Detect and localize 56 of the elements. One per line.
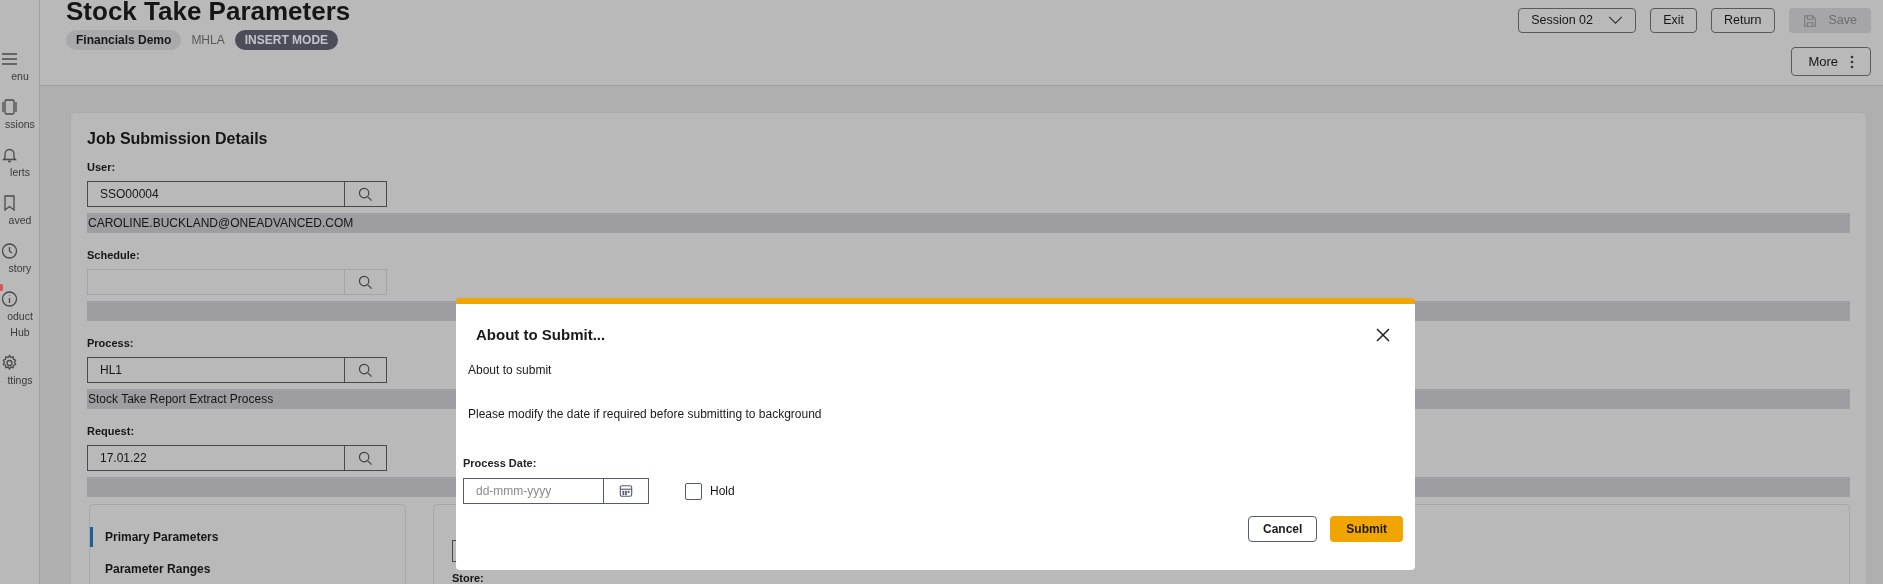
- dialog-button[interactable]: Submit: [1330, 516, 1403, 542]
- dialog-button[interactable]: Cancel: [1247, 516, 1318, 542]
- session-dropdown[interactable]: Session 02: [1518, 8, 1637, 33]
- date-field[interactable]: dd-mmm-yyyy: [463, 478, 604, 504]
- field-label: Request:: [87, 425, 135, 438]
- info-icon[interactable]: [1, 290, 18, 308]
- dialog-message: About to submit: [468, 361, 552, 379]
- settings-icon[interactable]: [1, 354, 18, 372]
- search-icon: [358, 186, 373, 202]
- header-button[interactable]: Exit: [1650, 8, 1697, 33]
- company-code: MHLA: [190, 32, 226, 49]
- bell-icon[interactable]: [1, 146, 18, 164]
- clock-icon[interactable]: [1, 242, 18, 260]
- section-tab[interactable]: Primary Parameters: [90, 527, 405, 547]
- search-button[interactable]: [345, 269, 387, 295]
- input-field[interactable]: HL1: [87, 357, 345, 383]
- checkbox[interactable]: [685, 482, 702, 500]
- calendar-icon: [619, 484, 633, 498]
- nav-label[interactable]: story: [1, 260, 39, 276]
- kebab-icon: [1850, 54, 1854, 69]
- section-tab[interactable]: Parameter Ranges: [90, 559, 405, 579]
- calendar-button[interactable]: [604, 478, 649, 504]
- company-chip: Financials Demo: [66, 30, 182, 50]
- nav-label[interactable]: enu: [1, 68, 39, 84]
- save-icon: [1802, 13, 1817, 28]
- checkbox-label: Hold: [710, 483, 735, 500]
- search-icon: [358, 362, 373, 378]
- description-bar: CAROLINE.BUCKLAND@ONEADVANCED.COM: [87, 213, 1850, 233]
- field-label: Process:: [87, 337, 134, 350]
- dialog-title: About to Submit...: [476, 325, 606, 345]
- field-label: User:: [87, 161, 116, 174]
- nav-label[interactable]: oduct Hub: [1, 308, 39, 340]
- input-field[interactable]: SSO00004: [87, 181, 345, 207]
- nav-label[interactable]: lerts: [1, 164, 39, 180]
- nav-label[interactable]: ttings: [1, 372, 39, 388]
- mode-badge: INSERT MODE: [234, 30, 339, 50]
- search-icon: [358, 274, 373, 290]
- more-button[interactable]: More: [1791, 47, 1871, 76]
- input-field[interactable]: 17.01.22: [87, 445, 345, 471]
- page-title: Stock Take Parameters: [66, 0, 351, 26]
- search-button[interactable]: [345, 357, 387, 383]
- close-icon[interactable]: [1375, 327, 1391, 344]
- field-label: Process Date:: [463, 455, 538, 471]
- chevron-icon: [1608, 16, 1624, 25]
- menu-icon[interactable]: [1, 50, 18, 68]
- nav-label[interactable]: ssions: [1, 116, 39, 132]
- section-title: Job Submission Details: [87, 129, 269, 149]
- search-button[interactable]: [345, 181, 387, 207]
- search-icon: [358, 450, 373, 466]
- field-label: Schedule:: [87, 249, 140, 262]
- search-button[interactable]: [345, 445, 387, 471]
- field-label: Store:: [452, 572, 484, 584]
- nav-label[interactable]: aved: [1, 212, 39, 228]
- bookmark-icon[interactable]: [1, 194, 18, 212]
- phone-icon[interactable]: [1, 98, 18, 116]
- header-button[interactable]: Return: [1710, 8, 1775, 33]
